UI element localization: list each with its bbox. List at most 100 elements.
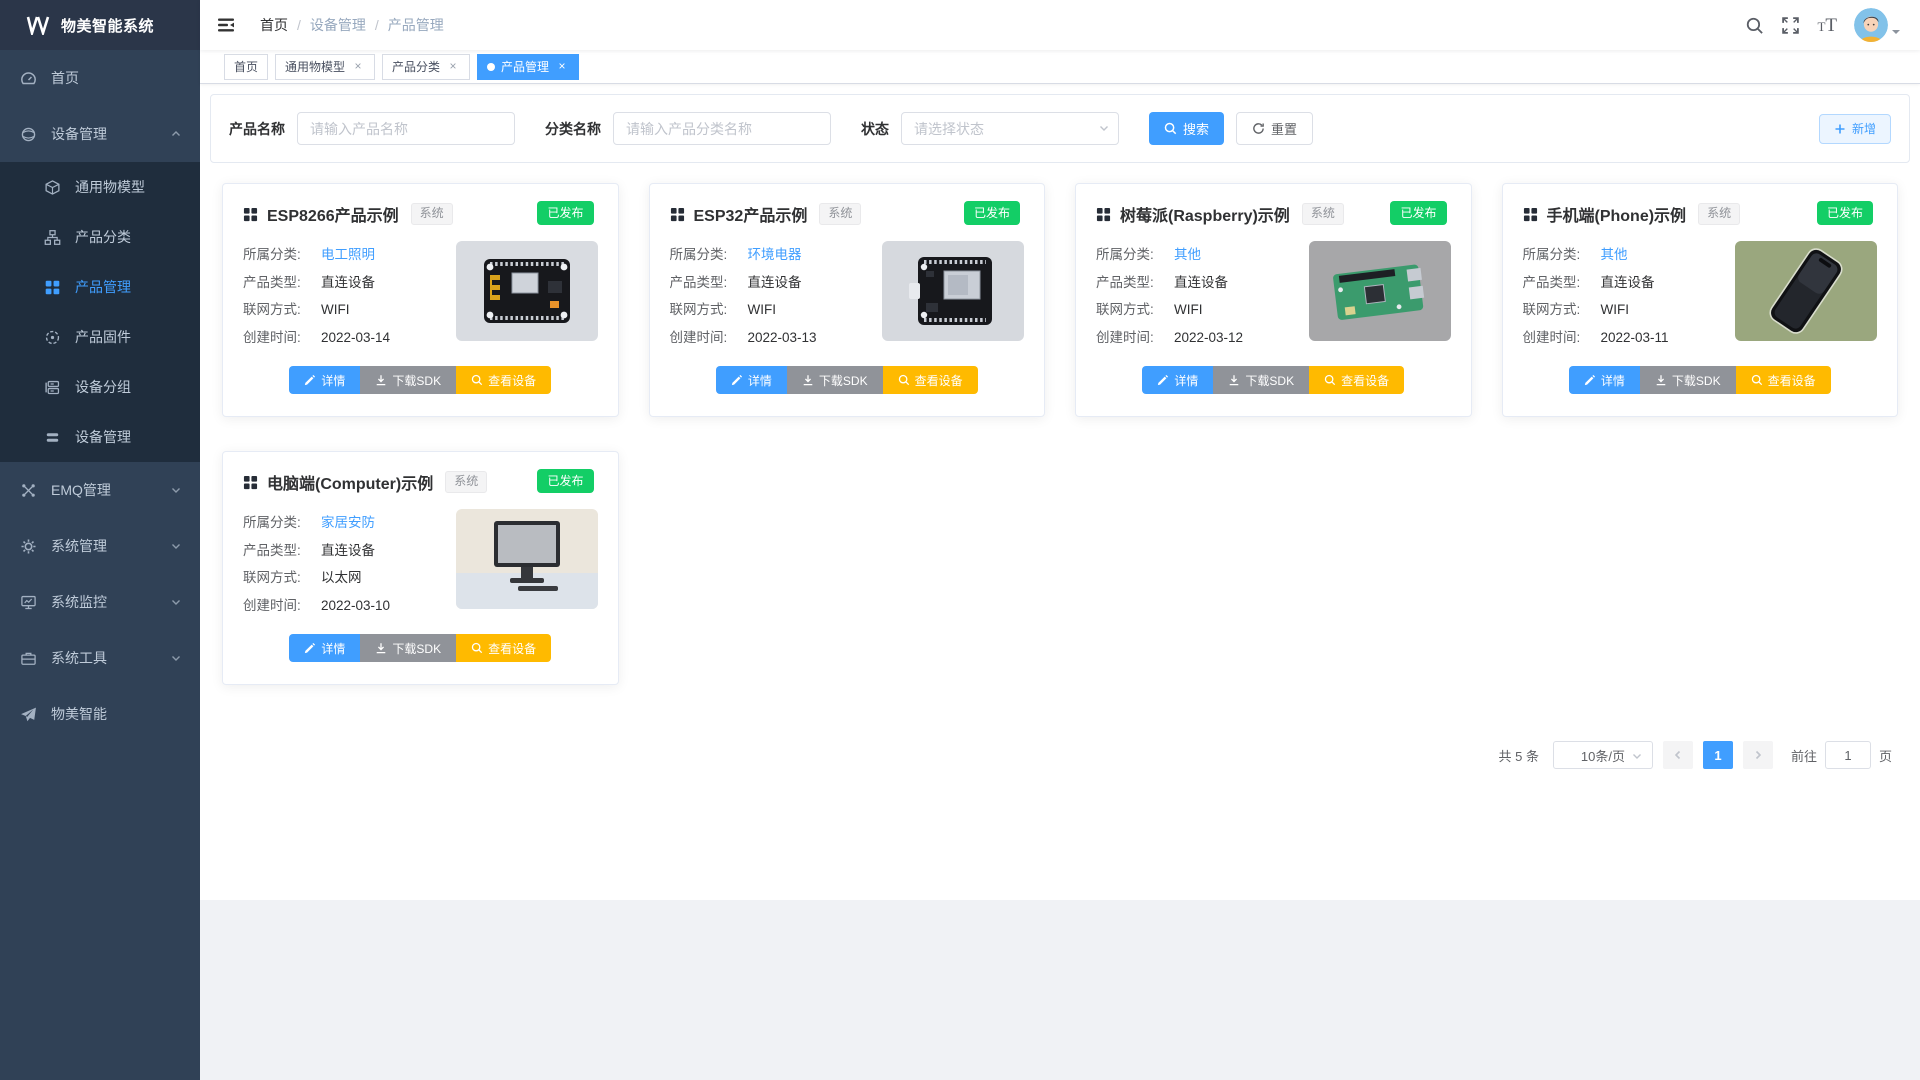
view-devices-button[interactable]: 查看设备 — [1736, 366, 1831, 394]
category-link[interactable]: 其他 — [1174, 241, 1201, 269]
product-card: 已发布 树莓派(Raspberry)示例 系统 所属分类:其他 产品类型:直连设… — [1075, 183, 1472, 417]
product-title: ESP8266产品示例 — [267, 202, 399, 226]
detail-button-label: 详情 — [321, 372, 345, 389]
sidebar-item-label: 系统监控 — [51, 592, 107, 612]
search-icon — [898, 374, 910, 386]
tab-thing-model[interactable]: 通用物模型 — [275, 54, 375, 80]
download-sdk-button[interactable]: 下载SDK — [1640, 366, 1736, 394]
search-button[interactable]: 搜索 — [1149, 112, 1224, 145]
download-sdk-label: 下载SDK — [392, 640, 441, 657]
sidebar-item-emq[interactable]: EMQ管理 — [0, 462, 200, 518]
gear-icon — [20, 538, 37, 555]
status-badge: 已发布 — [537, 201, 593, 225]
download-sdk-button[interactable]: 下载SDK — [360, 366, 456, 394]
field-value: WIFI — [1601, 296, 1630, 324]
close-icon[interactable] — [446, 60, 460, 74]
field-label: 创建时间: — [243, 324, 321, 352]
breadcrumb-home[interactable]: 首页 — [260, 15, 288, 35]
product-card: 已发布 ESP32产品示例 系统 所属分类:环境电器 产品类型:直连设备 联网方… — [649, 183, 1046, 417]
category-link[interactable]: 环境电器 — [748, 241, 802, 269]
field-label: 创建时间: — [1096, 324, 1174, 352]
category-link[interactable]: 其他 — [1601, 241, 1628, 269]
sidebar-item-system-management[interactable]: 系统管理 — [0, 518, 200, 574]
view-devices-button[interactable]: 查看设备 — [456, 366, 551, 394]
field-label: 所属分类: — [1523, 241, 1601, 269]
close-icon[interactable] — [555, 60, 569, 74]
detail-button[interactable]: 详情 — [289, 634, 360, 662]
download-sdk-button[interactable]: 下载SDK — [360, 634, 456, 662]
detail-button[interactable]: 详情 — [716, 366, 787, 394]
field-label: 所属分类: — [243, 241, 321, 269]
reset-button[interactable]: 重置 — [1236, 112, 1313, 145]
detail-button[interactable]: 详情 — [1569, 366, 1640, 394]
breadcrumb-device: 设备管理 — [310, 15, 366, 35]
sidebar-item-home[interactable]: 首页 — [0, 50, 200, 106]
prev-page-button[interactable] — [1663, 741, 1693, 769]
search-icon[interactable] — [1745, 16, 1764, 35]
next-page-button[interactable] — [1743, 741, 1773, 769]
tab-home[interactable]: 首页 — [224, 54, 268, 80]
field-value: WIFI — [321, 296, 350, 324]
breadcrumb-separator: / — [297, 17, 301, 33]
logo-icon — [26, 15, 50, 35]
page-number-button[interactable]: 1 — [1703, 741, 1733, 769]
page-size-select[interactable]: 10条/页 — [1553, 741, 1653, 769]
edit-icon — [304, 642, 316, 654]
page-suffix-label: 页 — [1879, 746, 1892, 765]
sidebar-item-device-list[interactable]: 设备管理 — [0, 412, 200, 462]
sidebar-item-wumei-link[interactable]: 物美智能 — [0, 686, 200, 742]
category-link[interactable]: 电工照明 — [321, 241, 375, 269]
sidebar-item-system-monitor[interactable]: 系统监控 — [0, 574, 200, 630]
avatar[interactable] — [1854, 8, 1888, 42]
search-icon — [1751, 374, 1763, 386]
sidebar-item-thing-model[interactable]: 通用物模型 — [0, 162, 200, 212]
download-sdk-button[interactable]: 下载SDK — [1213, 366, 1309, 394]
grid-icon — [44, 279, 61, 296]
product-name-label: 产品名称 — [229, 119, 285, 139]
fullscreen-icon[interactable] — [1781, 16, 1800, 35]
field-label: 产品类型: — [1096, 269, 1174, 297]
category-link[interactable]: 家居安防 — [321, 509, 375, 537]
sidebar-item-device-management[interactable]: 设备管理 — [0, 106, 200, 162]
view-devices-label: 查看设备 — [488, 640, 536, 657]
goto-page-input[interactable] — [1825, 741, 1871, 769]
add-button[interactable]: 新增 — [1819, 114, 1891, 144]
app-title: 物美智能系统 — [61, 15, 154, 36]
sidebar-item-product-category[interactable]: 产品分类 — [0, 212, 200, 262]
field-value: 直连设备 — [321, 269, 375, 297]
view-devices-label: 查看设备 — [1341, 372, 1389, 389]
tab-product-category[interactable]: 产品分类 — [382, 54, 470, 80]
status-select[interactable] — [901, 112, 1119, 145]
sidebar-item-system-tools[interactable]: 系统工具 — [0, 630, 200, 686]
product-title: 手机端(Phone)示例 — [1547, 202, 1687, 226]
sidebar-toggle-icon[interactable] — [200, 15, 252, 35]
view-devices-button[interactable]: 查看设备 — [883, 366, 978, 394]
field-value: 2022-03-14 — [321, 324, 390, 352]
download-sdk-button[interactable]: 下载SDK — [787, 366, 883, 394]
chevron-right-icon — [1752, 749, 1764, 761]
view-devices-label: 查看设备 — [915, 372, 963, 389]
sidebar-item-device-group[interactable]: 设备分组 — [0, 362, 200, 412]
view-devices-button[interactable]: 查看设备 — [1309, 366, 1404, 394]
sidebar-menu: 首页 设备管理 — [0, 50, 200, 742]
font-size-icon[interactable]: TT — [1817, 16, 1837, 35]
status-badge: 已发布 — [1390, 201, 1446, 225]
sidebar-item-product-firmware[interactable]: 产品固件 — [0, 312, 200, 362]
category-name-input[interactable] — [613, 112, 831, 145]
app-logo: 物美智能系统 — [0, 0, 200, 50]
tab-product-management[interactable]: 产品管理 — [477, 54, 579, 80]
field-label: 产品类型: — [243, 269, 321, 297]
sidebar-item-product-management[interactable]: 产品管理 — [0, 262, 200, 312]
system-tag: 系统 — [1698, 203, 1740, 225]
field-label: 所属分类: — [243, 509, 321, 537]
main-area: 首页 / 设备管理 / 产品管理 TT — [200, 0, 1920, 1080]
detail-button[interactable]: 详情 — [1142, 366, 1213, 394]
detail-button[interactable]: 详情 — [289, 366, 360, 394]
close-icon[interactable] — [351, 60, 365, 74]
cube-icon — [44, 179, 61, 196]
field-label: 产品类型: — [1523, 269, 1601, 297]
product-name-input[interactable] — [297, 112, 515, 145]
field-label: 所属分类: — [670, 241, 748, 269]
user-menu[interactable] — [1854, 8, 1900, 42]
view-devices-button[interactable]: 查看设备 — [456, 634, 551, 662]
